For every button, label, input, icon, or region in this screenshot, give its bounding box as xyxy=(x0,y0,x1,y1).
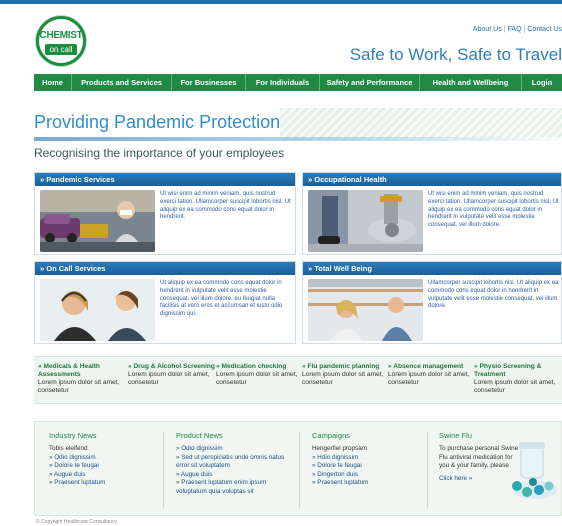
panel-text: Ut aliquip ex ea commodo cons equat dolo… xyxy=(160,280,283,318)
call-centre-photo xyxy=(40,279,155,341)
news-intro: Tobis eleifend xyxy=(49,445,88,452)
panel-on-call-services: » On Call Services Ut aliquip ex ea comm… xyxy=(34,261,296,344)
news-link[interactable]: Augue duis xyxy=(54,471,86,478)
logo-subtext: on call xyxy=(45,44,77,55)
news-link[interactable]: Praesent luptatum xyxy=(317,479,368,486)
service-item[interactable]: » Medicals & Health Assessments Lorem ip… xyxy=(38,363,126,395)
service-title[interactable]: Drug & Alcohol Screening xyxy=(134,363,215,370)
page-subtitle: Recognising the importance of your emplo… xyxy=(34,146,285,160)
service-title[interactable]: Physio Screening & Treatment xyxy=(474,363,541,378)
service-desc: Lorem ipsum dolor sit amet, consetetur xyxy=(128,371,210,386)
utility-links: About Us | FAQ | Contact Us xyxy=(472,26,562,33)
news-link[interactable]: Praesent luptatum enim ipsum voluptatum … xyxy=(176,479,266,495)
news-link[interactable]: Dingerton duis xyxy=(317,471,358,478)
panel-text: Ut wisi enim ad minim veniam, quis nostr… xyxy=(160,191,291,221)
news-link[interactable]: Dolore te feugai xyxy=(54,462,98,469)
divider xyxy=(299,432,300,508)
service-title[interactable]: Flu pandemic planning xyxy=(308,363,380,370)
news-link[interactable]: Odio dignissim xyxy=(54,454,95,461)
panel-heading[interactable]: » On Call Services xyxy=(35,262,295,275)
service-desc: Lorem ipsum dolor sit amet, consetetur xyxy=(474,379,556,394)
service-item[interactable]: » Absence management Lorem ipsum dolor s… xyxy=(388,363,476,387)
news-link[interactable]: Sed ut perspiciatis unde omnis natus err… xyxy=(176,454,284,470)
service-desc: Lorem ipsum dolor sit amet, consetetur xyxy=(38,379,120,394)
news-heading: Industry News xyxy=(49,431,97,440)
campaigns: Campaigns Hengerfiel propsam » Hdio dign… xyxy=(312,431,437,488)
about-us-link[interactable]: About Us xyxy=(473,26,502,33)
tagline: Safe to Work, Safe to Travel xyxy=(349,45,562,64)
service-item[interactable]: » Medication checking Lorem ipsum dolor … xyxy=(216,363,304,387)
worker-machine-photo xyxy=(308,190,423,252)
news-intro: Hengerfiel propsam xyxy=(312,445,367,452)
panel-text: Ullamcorper suscipit lobortis nisl. Ut a… xyxy=(428,280,559,310)
street-masks-photo xyxy=(40,190,155,252)
news-heading: Product News xyxy=(176,431,223,440)
medication-pills-image xyxy=(505,440,559,506)
service-desc: Lorem ipsum dolor sit amet, consetetur xyxy=(302,371,384,386)
nav-safety-and-performance[interactable]: Safety and Performance xyxy=(320,74,420,91)
faq-link[interactable]: FAQ xyxy=(508,26,522,33)
industry-news: Industry News Tobis eleifend » Odio dign… xyxy=(49,431,174,488)
service-item[interactable]: » Drug & Alcohol Screening Lorem ipsum d… xyxy=(128,363,216,387)
news-link[interactable]: Hdio dignissim xyxy=(317,454,358,461)
news-heading: Campaigns xyxy=(312,431,350,440)
panel-total-well-being: » Total Well Being Ullamcorper suscipit … xyxy=(302,261,562,344)
service-title[interactable]: Absence management xyxy=(393,363,463,370)
panel-text: Ut wisi enim ad minim veniam, quis nostr… xyxy=(428,191,559,229)
news-heading: Swine Flu xyxy=(439,431,472,440)
news-link[interactable]: Praesent luptatum xyxy=(54,479,105,486)
services-strip: » Medicals & Health Assessments Lorem ip… xyxy=(34,356,562,404)
service-item[interactable]: » Flu pandemic planning Lorem ipsum dolo… xyxy=(302,363,390,387)
chemist-on-call-logo[interactable]: CHEMIST on call xyxy=(36,16,86,66)
logo-text: CHEMIST xyxy=(39,30,83,41)
hero-pattern xyxy=(280,108,562,140)
panel-heading[interactable]: » Total Well Being xyxy=(303,262,561,275)
nav-home[interactable]: Home xyxy=(34,74,72,91)
nav-for-individuals[interactable]: For Individuals xyxy=(246,74,320,91)
pharmacy-photo xyxy=(308,279,423,341)
nav-login[interactable]: Login xyxy=(522,74,562,91)
news-link[interactable]: Odio dignissim xyxy=(181,445,222,452)
news-section: Industry News Tobis eleifend » Odio dign… xyxy=(34,421,562,516)
service-title[interactable]: Medication checking xyxy=(222,363,287,370)
panel-heading[interactable]: » Occupational Health xyxy=(303,173,561,186)
hero-divider xyxy=(34,137,562,141)
service-desc: Lorem ipsum dolor sit amet, consetetur xyxy=(216,371,298,386)
panel-occupational-health: » Occupational Health Ut wisi enim ad mi… xyxy=(302,172,562,255)
service-title[interactable]: Medicals & Health Assessments xyxy=(38,363,100,378)
top-rule xyxy=(0,0,562,4)
footer-copyright: © Copyright Healthcare Consultancy xyxy=(36,519,117,525)
contact-us-link[interactable]: Contact Us xyxy=(527,26,562,33)
panel-heading[interactable]: » Pandemic Services xyxy=(35,173,295,186)
nav-products-and-services[interactable]: Products and Services xyxy=(72,74,172,91)
page-title: Providing Pandemic Protection xyxy=(34,112,281,132)
news-link[interactable]: Dolore te feugai xyxy=(317,462,361,469)
news-link[interactable]: Augue duis xyxy=(181,471,213,478)
service-item[interactable]: » Physio Screening & Treatment Lorem ips… xyxy=(474,363,562,395)
nav-health-and-wellbeing[interactable]: Health and Wellbeing xyxy=(420,74,522,91)
panel-pandemic-services: » Pandemic Services Ut wisi enim ad mini… xyxy=(34,172,296,255)
service-desc: Lorem ipsum dolor sit amet, consetetur xyxy=(388,371,470,386)
main-nav: Home Products and Services For Businesse… xyxy=(34,74,562,91)
divider xyxy=(427,432,428,508)
nav-for-businesses[interactable]: For Businesses xyxy=(172,74,246,91)
product-news: Product News » Odio dignissim » Sed ut p… xyxy=(176,431,291,497)
divider xyxy=(163,432,164,508)
